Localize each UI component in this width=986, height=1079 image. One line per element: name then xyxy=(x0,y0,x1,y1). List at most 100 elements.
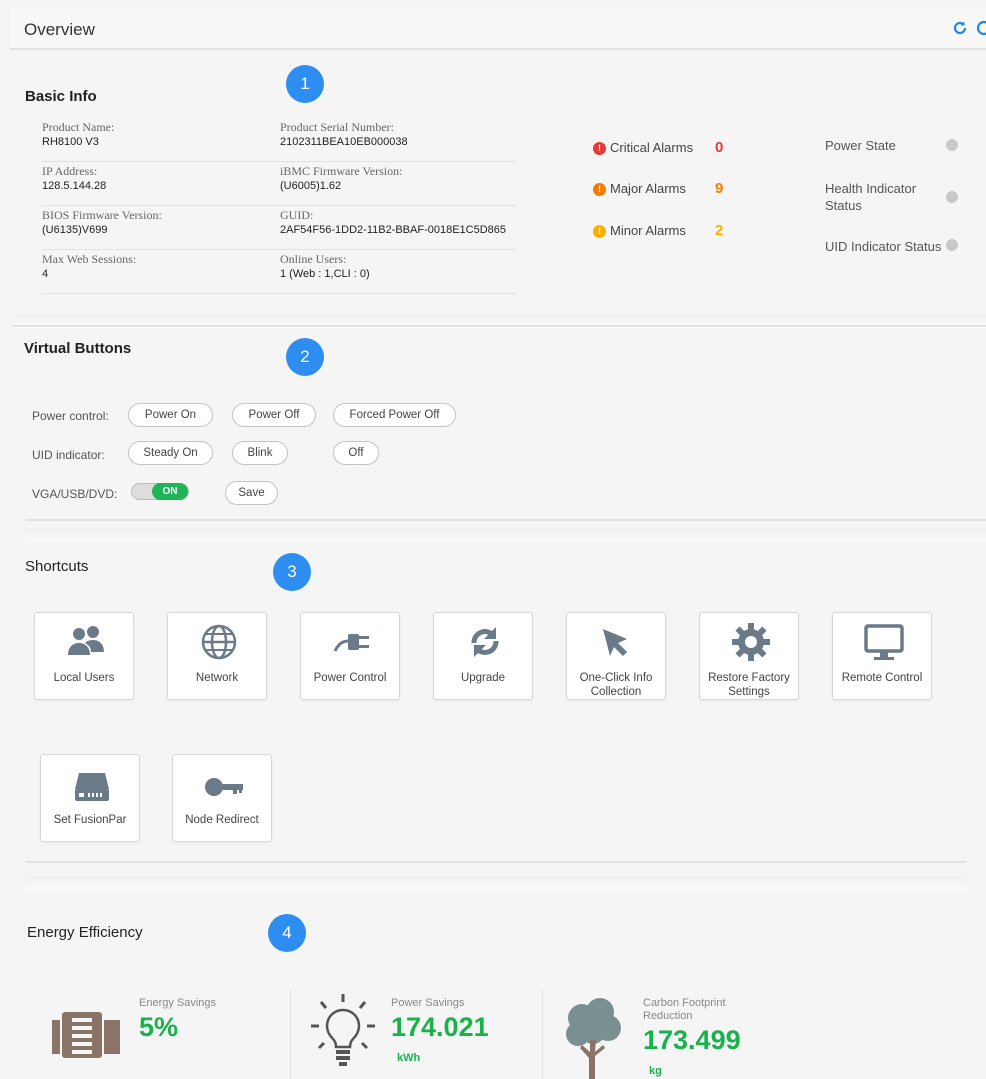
vga-usb-dvd-toggle[interactable]: ON xyxy=(131,483,189,500)
health-indicator-label: Health Indicator Status xyxy=(825,181,917,213)
step-badge-1: 1 xyxy=(286,65,324,103)
toggle-on-label: ON xyxy=(152,483,188,500)
section-divider xyxy=(12,325,986,327)
shortcut-label: Set FusionPar xyxy=(53,814,127,826)
info-value: RH8100 V3 xyxy=(42,136,99,148)
shortcut-set-fusionpar[interactable]: Set FusionPar xyxy=(40,754,140,842)
steady-on-button[interactable]: Steady On xyxy=(128,441,213,465)
shortcut-power-control[interactable]: Power Control xyxy=(300,612,400,700)
carbon-footprint-value: 173.499 xyxy=(643,1025,741,1055)
uid-off-button[interactable]: Off xyxy=(333,441,379,465)
shortcut-node-redirect[interactable]: Node Redirect xyxy=(172,754,272,842)
health-indicator xyxy=(946,191,958,203)
info-row: BIOS Firmware Version: (U6135)V699 GUID:… xyxy=(42,206,516,250)
alarm-label: Minor Alarms xyxy=(610,223,686,238)
info-label: Max Web Sessions: xyxy=(42,252,137,266)
disk-icon xyxy=(75,773,109,801)
info-row: Product Name: RH8100 V3 Product Serial N… xyxy=(42,118,516,162)
shortcut-upgrade[interactable]: Upgrade xyxy=(433,612,533,700)
energy-savings-value: 5% xyxy=(139,1012,179,1042)
sync-icon xyxy=(471,627,499,657)
info-row: Max Web Sessions: 4 Online Users: 1 (Web… xyxy=(42,250,516,294)
key-icon xyxy=(205,778,243,796)
power-savings-label: Power Savings xyxy=(391,997,465,1009)
basic-info-title: Basic Info xyxy=(25,88,97,105)
save-button[interactable]: Save xyxy=(225,481,278,505)
page-header: Overview xyxy=(10,8,986,50)
bulb-icon xyxy=(311,994,375,1066)
shortcuts-title: Shortcuts xyxy=(25,558,89,575)
globe-icon xyxy=(201,624,237,660)
info-label: Product Name: xyxy=(42,120,115,134)
alarm-count: 2 xyxy=(715,222,724,239)
info-row: IP Address: 128.5.144.28 iBMC Firmware V… xyxy=(42,162,516,206)
info-value: 4 xyxy=(42,268,49,280)
power-control-label: Power control: xyxy=(32,409,109,423)
shortcut-one-click-info[interactable]: One-Click Info Collection xyxy=(566,612,666,700)
users-icon xyxy=(68,626,104,655)
info-label: Online Users: xyxy=(280,252,347,266)
shortcut-label: Local Users xyxy=(53,672,115,684)
help-icon[interactable] xyxy=(976,20,986,36)
virtual-buttons-title: Virtual Buttons xyxy=(24,340,132,357)
shortcut-label: One-Click Info Collection xyxy=(579,672,653,698)
power-state-indicator xyxy=(946,139,958,151)
gear-icon xyxy=(732,623,770,661)
vga-usb-dvd-label: VGA/USB/DVD: xyxy=(32,487,118,501)
power-off-button[interactable]: Power Off xyxy=(232,403,316,427)
info-label: GUID: xyxy=(280,208,314,222)
info-label: BIOS Firmware Version: xyxy=(42,208,162,222)
info-value: 2102311BEA10EB000038 xyxy=(280,136,408,148)
minor-alarm-icon: ! xyxy=(593,225,606,238)
power-state-label: Power State xyxy=(825,138,896,153)
shortcut-network[interactable]: Network xyxy=(167,612,267,700)
energy-efficiency-title: Energy Efficiency xyxy=(27,924,143,941)
blink-button[interactable]: Blink xyxy=(232,441,288,465)
info-value: (U6005)1.62 xyxy=(280,180,342,192)
shortcut-label: Power Control xyxy=(313,672,387,684)
shortcut-label: Network xyxy=(195,672,239,684)
energy-savings-label: Energy Savings xyxy=(139,997,217,1009)
shortcut-label: Node Redirect xyxy=(185,814,259,826)
info-value: 1 (Web : 1,CLI : 0) xyxy=(280,268,370,280)
alarm-count: 0 xyxy=(715,139,724,156)
info-value: 2AF54F56-1DD2-11B2-BBAF-0018E1C5D865 xyxy=(280,224,507,236)
uid-indicator xyxy=(946,239,958,251)
monitor-icon xyxy=(864,624,904,660)
forced-power-off-button[interactable]: Forced Power Off xyxy=(333,403,456,427)
alarm-count: 9 xyxy=(715,180,724,197)
section-divider xyxy=(26,519,986,521)
power-savings-unit: kWh xyxy=(397,1052,421,1064)
section-divider xyxy=(26,861,966,863)
power-on-button[interactable]: Power On xyxy=(128,403,213,427)
info-label: IP Address: xyxy=(42,164,98,178)
shortcut-remote-control[interactable]: Remote Control xyxy=(832,612,932,700)
refresh-icon[interactable] xyxy=(952,20,968,36)
shortcut-local-users[interactable]: Local Users xyxy=(34,612,134,700)
step-badge-2: 2 xyxy=(286,338,324,376)
info-label: iBMC Firmware Version: xyxy=(280,164,403,178)
critical-alarm-icon: ! xyxy=(593,142,606,155)
shortcut-label: Remote Control xyxy=(841,672,923,684)
page-title: Overview xyxy=(24,20,95,39)
step-badge-3: 3 xyxy=(273,553,311,591)
carbon-footprint-label: Carbon Footprint Reduction xyxy=(643,997,726,1022)
uid-indicator-control-label: UID indicator: xyxy=(32,448,105,462)
shortcut-label: Upgrade xyxy=(460,672,506,684)
shortcut-restore-factory[interactable]: Restore Factory Settings xyxy=(699,612,799,700)
major-alarm-icon: ! xyxy=(593,183,606,196)
info-value: 128.5.144.28 xyxy=(42,180,107,192)
info-label: Product Serial Number: xyxy=(280,120,394,134)
energy-separator xyxy=(542,990,543,1079)
tree-icon xyxy=(566,998,621,1079)
power-savings-value: 174.021 xyxy=(391,1012,489,1042)
alarm-label: Major Alarms xyxy=(610,181,686,196)
server-icon xyxy=(52,1012,120,1058)
energy-separator xyxy=(290,990,291,1079)
carbon-footprint-unit: kg xyxy=(649,1065,662,1077)
step-badge-4: 4 xyxy=(268,914,306,952)
alarm-label: Critical Alarms xyxy=(610,140,694,155)
plug-icon xyxy=(333,634,369,652)
cursor-icon xyxy=(603,629,627,656)
info-value: (U6135)V699 xyxy=(42,224,108,236)
